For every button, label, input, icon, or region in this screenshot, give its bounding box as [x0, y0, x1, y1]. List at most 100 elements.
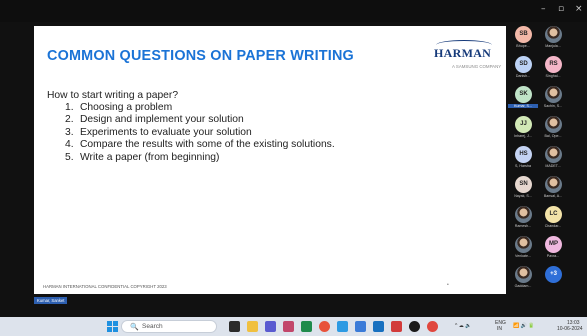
network-volume-battery-icons[interactable]: 📶 🔊 🔋 — [513, 323, 534, 329]
step-item: 4. Compare the results with some of the e… — [65, 139, 335, 151]
page-marker: • — [447, 282, 449, 288]
participant-tile[interactable]: +3 — [538, 264, 568, 291]
participant-photo-avatar — [545, 146, 562, 163]
step-text: Compare the results with some of the exi… — [80, 139, 335, 151]
media-app-icon[interactable] — [409, 321, 420, 332]
step-text: Experiments to evaluate your solution — [80, 126, 252, 138]
participant-initials-avatar: SK — [515, 86, 532, 103]
participant-tile[interactable]: SN Nayak, S... — [508, 174, 538, 201]
step-item: 2. Design and implement your solution — [65, 114, 335, 126]
search-icon: 🔍 — [130, 324, 139, 331]
participant-name: Ramesh... — [514, 224, 532, 228]
participant-tile[interactable]: HS S, Harsha — [508, 144, 538, 171]
minimize-icon[interactable]: – — [541, 4, 546, 14]
participant-name: Singhal... — [545, 74, 561, 78]
step-item: 3. Experiments to evaluate your solution — [65, 127, 335, 139]
participant-name: Kumar, S... — [508, 104, 538, 108]
participant-tile[interactable]: Venkate... — [508, 234, 538, 261]
excel-icon[interactable] — [301, 321, 312, 332]
participant-name: Danish... — [515, 74, 531, 78]
outlook-icon[interactable] — [373, 321, 384, 332]
participant-name: MADET... — [545, 164, 561, 168]
task-view-icon[interactable] — [229, 321, 240, 332]
participant-name: Inharej, J... — [514, 134, 532, 138]
windows-start-icon[interactable] — [107, 321, 118, 332]
participant-tile[interactable]: Bansal, A... — [538, 174, 568, 201]
participant-photo-avatar — [515, 266, 532, 283]
chrome-icon[interactable] — [319, 321, 330, 332]
participant-tile[interactable]: Ramesh... — [508, 204, 538, 231]
participant-tile[interactable]: SB Bhupe... — [508, 24, 538, 51]
participant-photo-avatar — [545, 86, 562, 103]
participant-tile[interactable]: Gaddam... — [508, 264, 538, 291]
title-bar: – ▫ × — [0, 0, 587, 22]
close-icon[interactable]: × — [575, 4, 583, 14]
participant-initials-avatar: RS — [545, 56, 562, 73]
participant-tile[interactable]: MADET... — [538, 144, 568, 171]
participant-photo-avatar — [515, 206, 532, 223]
clock-date[interactable]: 10-06-2024 — [557, 326, 583, 332]
participant-name: Manjula... — [545, 44, 561, 48]
participant-initials-avatar: LC — [545, 206, 562, 223]
step-text: Design and implement your solution — [80, 114, 244, 126]
participant-initials-avatar: SN — [515, 176, 532, 193]
participant-name: Venkate... — [515, 254, 531, 258]
participant-tile[interactable]: Manjula... — [538, 24, 568, 51]
step-text: Write a paper (from beginning) — [80, 151, 220, 163]
participant-photo-avatar — [515, 236, 532, 253]
step-text: Choosing a problem — [80, 102, 173, 113]
shared-slide: COMMON QUESTIONS ON PAPER WRITING HARMAN… — [34, 26, 506, 294]
meeting-screen: – ▫ × COMMON QUESTIONS ON PAPER WRITING … — [0, 0, 587, 336]
chat-app-icon[interactable] — [355, 321, 366, 332]
participant-name: S, Harsha — [515, 164, 531, 168]
search-placeholder: Search — [142, 323, 163, 330]
logo-text: HARMAN — [434, 46, 492, 60]
participant-name: Sachin, S... — [543, 104, 563, 108]
taskbar-search[interactable]: 🔍 Search — [121, 320, 217, 333]
slide-footer: HARMAN INTERNATIONAL CONFIDENTIAL COPYRI… — [43, 284, 167, 289]
step-item: 5. Write a paper (from beginning) — [65, 152, 335, 164]
participant-tile[interactable]: MP Pavra... — [538, 234, 568, 261]
harman-logo: HARMAN A SAMSUNG COMPANY — [434, 40, 501, 76]
record-app-icon[interactable] — [427, 321, 438, 332]
participant-name: Nayak, S... — [514, 194, 532, 198]
participant-photo-avatar — [545, 116, 562, 133]
participant-photo-avatar — [545, 26, 562, 43]
step-number: 3. — [65, 126, 74, 138]
active-speaker-label: Kumar, Sanket — [34, 297, 68, 304]
participant-tile[interactable]: RS Singhal... — [538, 54, 568, 81]
participant-gallery: SB Bhupe... Manjula... SD Danish... RS Singhal… — [508, 24, 568, 296]
logo-subtext: A SAMSUNG COMPANY — [452, 64, 502, 69]
participant-tile[interactable]: SD Danish... — [508, 54, 538, 81]
teams-icon[interactable] — [265, 321, 276, 332]
slide-question: How to start writing a paper? — [47, 90, 179, 101]
taskbar: 🔍 Search ^ ☁ 🔈 ENG IN 📶 🔊 🔋 13:03 10-06-… — [0, 317, 587, 336]
step-number: 5. — [65, 151, 74, 163]
participant-name: Pavra... — [546, 254, 560, 258]
tray-icons[interactable]: ^ ☁ 🔈 — [455, 323, 471, 329]
slide-title: COMMON QUESTIONS ON PAPER WRITING — [47, 48, 354, 64]
participant-tile[interactable]: SK Kumar, S... — [508, 84, 538, 111]
language-region: IN — [497, 326, 502, 332]
participant-tile[interactable]: LC Chandar... — [538, 204, 568, 231]
onenote-icon[interactable] — [283, 321, 294, 332]
participant-tile[interactable]: Bal, Ope... — [538, 114, 568, 141]
step-item: 1. Choosing a problem — [65, 102, 335, 114]
participant-photo-avatar — [545, 176, 562, 193]
pdf-app-icon[interactable] — [391, 321, 402, 332]
step-number: 1. — [65, 102, 74, 113]
participant-name: Bal, Ope... — [544, 134, 562, 138]
participant-name: Bhupe... — [516, 44, 530, 48]
restore-icon[interactable]: ▫ — [558, 4, 564, 14]
participant-name: Bansal, A... — [543, 194, 563, 198]
participant-initials-avatar: SD — [515, 56, 532, 73]
steps-list: 1. Choosing a problem 2. Design and impleme… — [65, 102, 335, 164]
participant-initials-avatar: +3 — [545, 266, 562, 283]
file-explorer-icon[interactable] — [247, 321, 258, 332]
participant-tile[interactable]: JJ Inharej, J... — [508, 114, 538, 141]
participant-initials-avatar: SB — [515, 26, 532, 43]
participant-name: Chandar... — [544, 224, 562, 228]
check-app-icon[interactable] — [337, 321, 348, 332]
step-number: 4. — [65, 139, 74, 151]
participant-tile[interactable]: Sachin, S... — [538, 84, 568, 111]
